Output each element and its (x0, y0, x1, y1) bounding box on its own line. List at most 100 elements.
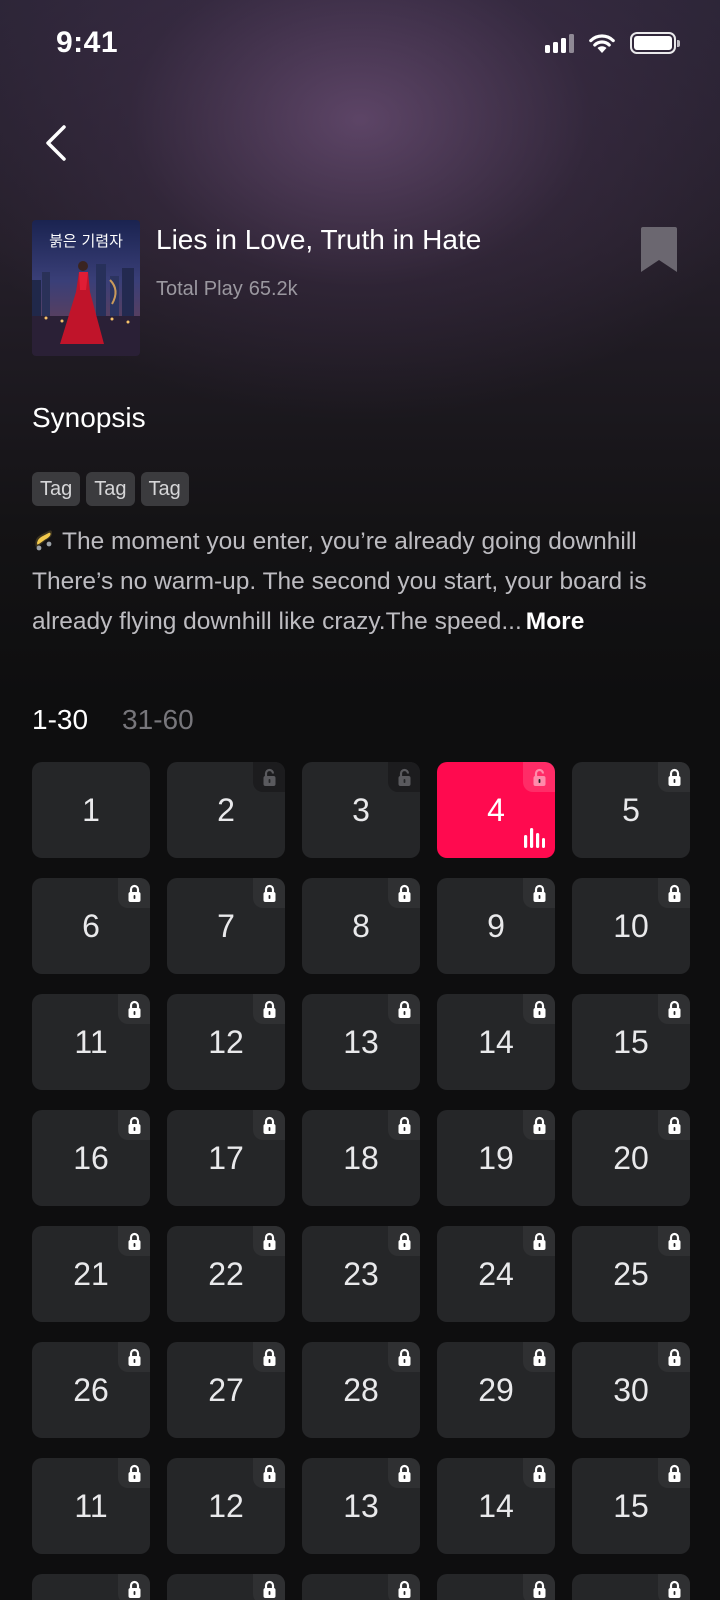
lock-icon (658, 1342, 690, 1372)
episode-tile[interactable]: 2 (167, 762, 285, 858)
tag[interactable]: Tag (140, 472, 189, 506)
episode-number: 7 (217, 907, 235, 944)
episode-tile[interactable]: 16 (32, 1110, 150, 1206)
range-tab-1-30[interactable]: 1-30 (32, 704, 88, 736)
episode-number: 10 (613, 907, 649, 944)
episode-number: 8 (352, 907, 370, 944)
lock-icon (118, 1458, 150, 1488)
episode-tile[interactable]: 10 (572, 878, 690, 974)
episode-number: 11 (74, 1023, 108, 1060)
status-icons (545, 32, 680, 54)
lock-icon (118, 878, 150, 908)
episode-number: 5 (622, 791, 640, 828)
lock-icon (523, 1574, 555, 1600)
episode-tile[interactable]: 18 (302, 1110, 420, 1206)
episode-number: 24 (478, 1255, 514, 1292)
episode-number: 2 (217, 791, 235, 828)
back-button[interactable] (36, 118, 76, 168)
lock-icon (658, 1110, 690, 1140)
episode-number: 22 (208, 1255, 244, 1292)
status-time: 9:41 (56, 26, 119, 59)
episode-number: 13 (343, 1487, 379, 1524)
lock-icon (523, 994, 555, 1024)
episode-number: 15 (613, 1023, 649, 1060)
tag[interactable]: Tag (86, 472, 135, 506)
episode-tile[interactable]: 15 (572, 994, 690, 1090)
episode-tile[interactable]: 5 (572, 762, 690, 858)
episode-tile[interactable]: 14 (437, 994, 555, 1090)
episode-tile[interactable]: 29 (437, 1342, 555, 1438)
episode-tile[interactable]: 9 (437, 878, 555, 974)
lock-icon (523, 1458, 555, 1488)
episode-number: 4 (487, 791, 505, 828)
episode-number: 20 (613, 1139, 649, 1176)
episode-number: 12 (208, 1023, 244, 1060)
episode-tile[interactable]: 11 (32, 1458, 150, 1554)
lock-icon (658, 878, 690, 908)
episode-tile[interactable]: 21 (32, 1226, 150, 1322)
episode-tile[interactable]: 19 (437, 1110, 555, 1206)
episode-tile[interactable]: 26 (32, 1342, 150, 1438)
lock-icon (118, 994, 150, 1024)
episode-number: 11 (74, 1487, 108, 1524)
episode-tile[interactable]: 28 (302, 1342, 420, 1438)
episode-tile[interactable]: 25 (572, 1226, 690, 1322)
episode-tile[interactable]: 13 (302, 994, 420, 1090)
tag[interactable]: Tag (32, 472, 81, 506)
episode-number: 14 (478, 1023, 514, 1060)
lock-icon (253, 1342, 285, 1372)
lock-icon (253, 878, 285, 908)
episode-tile[interactable]: 12 (167, 994, 285, 1090)
episode-tile[interactable] (302, 1574, 420, 1600)
drama-title: Lies in Love, Truth in Hate (156, 224, 482, 255)
episode-tile[interactable]: 15 (572, 1458, 690, 1554)
lock-icon (388, 1458, 420, 1488)
episode-tile[interactable]: 3 (302, 762, 420, 858)
episode-tile[interactable]: 12 (167, 1458, 285, 1554)
episode-tile[interactable]: 22 (167, 1226, 285, 1322)
lock-icon (253, 994, 285, 1024)
range-tab-31-60[interactable]: 31-60 (122, 704, 194, 736)
lock-icon (658, 1458, 690, 1488)
episode-tile[interactable]: 27 (167, 1342, 285, 1438)
lock-icon (253, 1458, 285, 1488)
episode-tile[interactable]: 11 (32, 994, 150, 1090)
episode-tile-current[interactable]: 4 (437, 762, 555, 858)
episode-number: 9 (487, 907, 505, 944)
episode-tile[interactable] (572, 1574, 690, 1600)
episode-number: 26 (73, 1371, 109, 1408)
drama-poster: 붉은 기렴자 (32, 220, 140, 356)
episode-tile[interactable]: 13 (302, 1458, 420, 1554)
episode-tile[interactable]: 17 (167, 1110, 285, 1206)
episode-tile[interactable]: 8 (302, 878, 420, 974)
bookmark-button[interactable] (638, 226, 680, 274)
episode-tile[interactable]: 1 (32, 762, 150, 858)
lock-icon (388, 1574, 420, 1600)
episode-tile[interactable] (437, 1574, 555, 1600)
episode-tile[interactable]: 30 (572, 1342, 690, 1438)
lock-icon (118, 1574, 150, 1600)
episode-tile[interactable]: 6 (32, 878, 150, 974)
episode-number: 30 (613, 1371, 649, 1408)
episode-tile[interactable]: 7 (167, 878, 285, 974)
synopsis-body: The moment you enter, you’re already goi… (32, 522, 692, 642)
episode-number: 28 (343, 1371, 379, 1408)
wifi-icon (589, 33, 615, 53)
episode-tile[interactable] (32, 1574, 150, 1600)
lock-icon (118, 1342, 150, 1372)
lock-icon (523, 1342, 555, 1372)
episode-tile[interactable]: 23 (302, 1226, 420, 1322)
episode-tile[interactable]: 14 (437, 1458, 555, 1554)
episode-number: 27 (208, 1371, 244, 1408)
lock-icon (658, 994, 690, 1024)
episode-range-tabs: 1-30 31-60 (32, 704, 194, 736)
total-play: Total Play 65.2k (156, 278, 298, 301)
more-link[interactable]: More (526, 608, 585, 635)
episode-tile[interactable] (167, 1574, 285, 1600)
unlock-icon (388, 762, 420, 792)
episode-tile[interactable]: 24 (437, 1226, 555, 1322)
equalizer-icon (524, 828, 545, 848)
lock-icon (388, 1226, 420, 1256)
episode-number: 6 (82, 907, 100, 944)
episode-tile[interactable]: 20 (572, 1110, 690, 1206)
